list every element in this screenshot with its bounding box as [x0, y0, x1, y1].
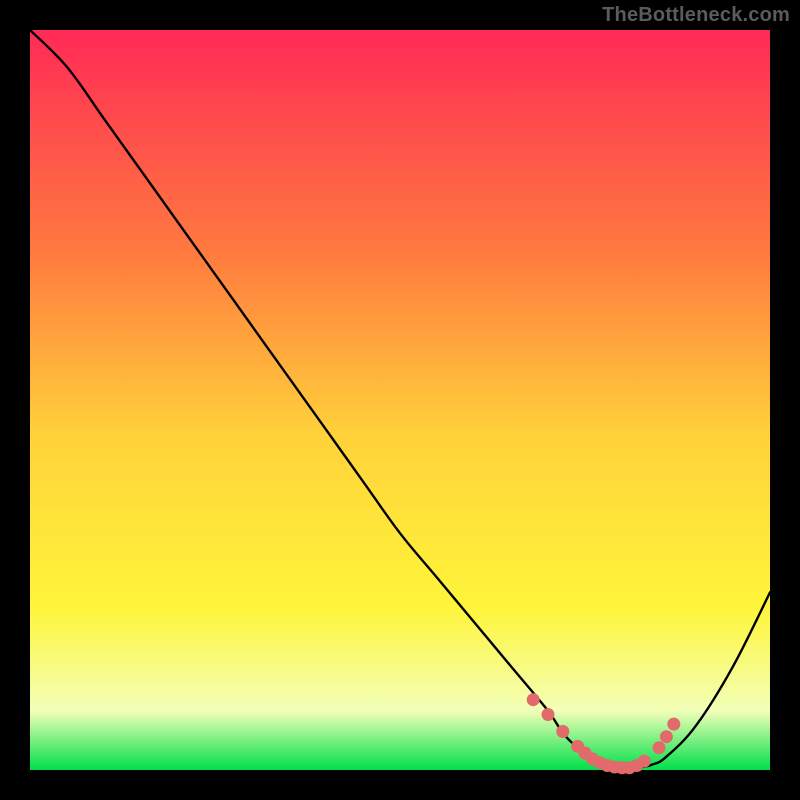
marker-dot [638, 755, 651, 768]
marker-dot [542, 708, 555, 721]
bottleneck-chart [0, 0, 800, 800]
marker-dot [660, 730, 673, 743]
marker-dot [667, 718, 680, 731]
chart-stage: TheBottleneck.com [0, 0, 800, 800]
marker-dot [556, 725, 569, 738]
marker-dot [527, 693, 540, 706]
watermark-label: TheBottleneck.com [602, 4, 790, 27]
gradient-background [30, 30, 770, 770]
marker-dot [653, 741, 666, 754]
